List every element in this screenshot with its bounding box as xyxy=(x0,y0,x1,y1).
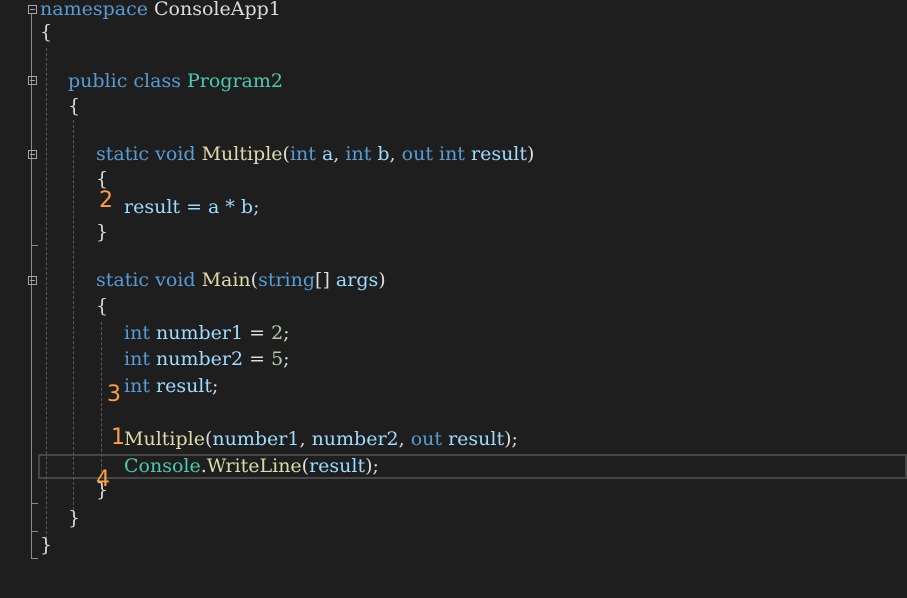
code-line-writeline[interactable]: Console.WriteLine(result); xyxy=(124,453,379,479)
collapse-icon[interactable] xyxy=(28,76,37,85)
code-line-brace[interactable]: { xyxy=(68,93,80,119)
method-name: Multiple xyxy=(124,428,205,450)
keyword: static xyxy=(96,269,150,291)
punctuation: ( xyxy=(301,455,310,477)
parameter: b xyxy=(371,143,390,165)
keyword: int xyxy=(124,322,150,344)
punctuation: ( xyxy=(250,269,259,291)
statement: result = a * b; xyxy=(124,196,260,218)
collapse-icon[interactable] xyxy=(28,5,37,14)
punctuation: ; xyxy=(283,322,290,344)
variable: result xyxy=(149,375,213,397)
punctuation: , xyxy=(299,428,312,450)
punctuation: , xyxy=(389,143,402,165)
punctuation: , xyxy=(398,428,411,450)
identifier: ConsoleApp1 xyxy=(147,0,281,20)
class-name: Program2 xyxy=(180,70,283,92)
keyword: int xyxy=(432,143,465,165)
brace: { xyxy=(40,21,53,43)
code-line-call-multiple[interactable]: Multiple(number1, number2, out result); xyxy=(124,426,518,452)
punctuation: ) xyxy=(527,143,535,165)
collapse-icon[interactable] xyxy=(28,150,37,159)
code-line-assignment[interactable]: result = a * b; xyxy=(124,194,260,220)
keyword: int xyxy=(124,375,150,397)
code-line-brace[interactable]: { xyxy=(96,293,108,319)
brace: } xyxy=(68,507,81,529)
parameter: result xyxy=(464,143,528,165)
punctuation: [] xyxy=(315,269,336,291)
outline-end-method-main xyxy=(31,503,38,504)
step-annotation-3: 3 xyxy=(107,382,121,407)
code-line-brace[interactable]: } xyxy=(68,505,80,531)
keyword: void xyxy=(149,269,196,291)
keyword: string xyxy=(258,269,316,291)
code-line-declaration[interactable]: int number1 = 2; xyxy=(124,320,290,346)
punctuation: ; xyxy=(283,348,290,370)
argument: result xyxy=(442,428,505,450)
code-line-method-main[interactable]: static void Main(string[] args) xyxy=(96,267,386,293)
variable: number1 xyxy=(149,322,244,344)
punctuation: ) xyxy=(378,269,386,291)
keyword: static xyxy=(96,143,150,165)
punctuation: = xyxy=(243,348,272,370)
parameter: a xyxy=(315,143,334,165)
code-line-method-multiple[interactable]: static void Multiple(int a, int b, out i… xyxy=(96,141,534,167)
brace: { xyxy=(96,295,109,317)
punctuation: , xyxy=(333,143,346,165)
code-line-declaration[interactable]: int result; xyxy=(124,373,218,399)
punctuation: ; xyxy=(212,375,219,397)
indent-guide xyxy=(101,322,102,477)
keyword: class xyxy=(127,70,181,92)
argument: result xyxy=(309,455,366,477)
code-line-brace[interactable]: { xyxy=(40,19,52,45)
parameter: args xyxy=(335,269,379,291)
argument: number2 xyxy=(311,428,399,450)
code-editor[interactable]: namespace ConsoleApp1 { public class Pro… xyxy=(0,0,907,598)
code-line-brace[interactable]: } xyxy=(40,532,52,558)
code-line-class[interactable]: public class Program2 xyxy=(68,68,283,94)
step-annotation-1: 1 xyxy=(111,425,125,450)
method-name: Main xyxy=(195,269,251,291)
keyword: int xyxy=(289,143,316,165)
number-literal: 2 xyxy=(271,322,284,344)
code-line-namespace[interactable]: namespace ConsoleApp1 xyxy=(40,0,281,22)
keyword: out xyxy=(410,428,443,450)
keyword: void xyxy=(149,143,196,165)
argument: number1 xyxy=(212,428,300,450)
outline-end-method-multiple xyxy=(31,245,38,246)
brace: } xyxy=(96,221,109,243)
keyword: int xyxy=(124,348,150,370)
method-name: WriteLine xyxy=(206,455,302,477)
outline-end-namespace xyxy=(31,558,38,559)
punctuation: ( xyxy=(282,143,290,165)
step-annotation-4: 4 xyxy=(96,467,110,492)
punctuation: ); xyxy=(365,455,379,477)
keyword: out xyxy=(401,143,433,165)
punctuation: ); xyxy=(504,428,518,450)
indent-guide xyxy=(73,120,74,510)
code-line-brace[interactable]: } xyxy=(96,219,108,245)
brace: { xyxy=(68,95,81,117)
indent-guide xyxy=(46,48,47,554)
brace: } xyxy=(40,534,53,556)
brace: { xyxy=(96,168,109,190)
code-line-declaration[interactable]: int number2 = 5; xyxy=(124,346,290,372)
keyword: public xyxy=(68,70,128,92)
number-literal: 5 xyxy=(271,348,284,370)
punctuation: = xyxy=(243,322,272,344)
class-name: Console xyxy=(124,455,201,477)
keyword: int xyxy=(345,143,372,165)
keyword: namespace xyxy=(40,0,148,20)
outline-end-class xyxy=(31,531,38,532)
step-annotation-2: 2 xyxy=(99,188,113,213)
method-name: Multiple xyxy=(195,143,283,165)
collapse-icon[interactable] xyxy=(28,276,37,285)
variable: number2 xyxy=(149,348,244,370)
